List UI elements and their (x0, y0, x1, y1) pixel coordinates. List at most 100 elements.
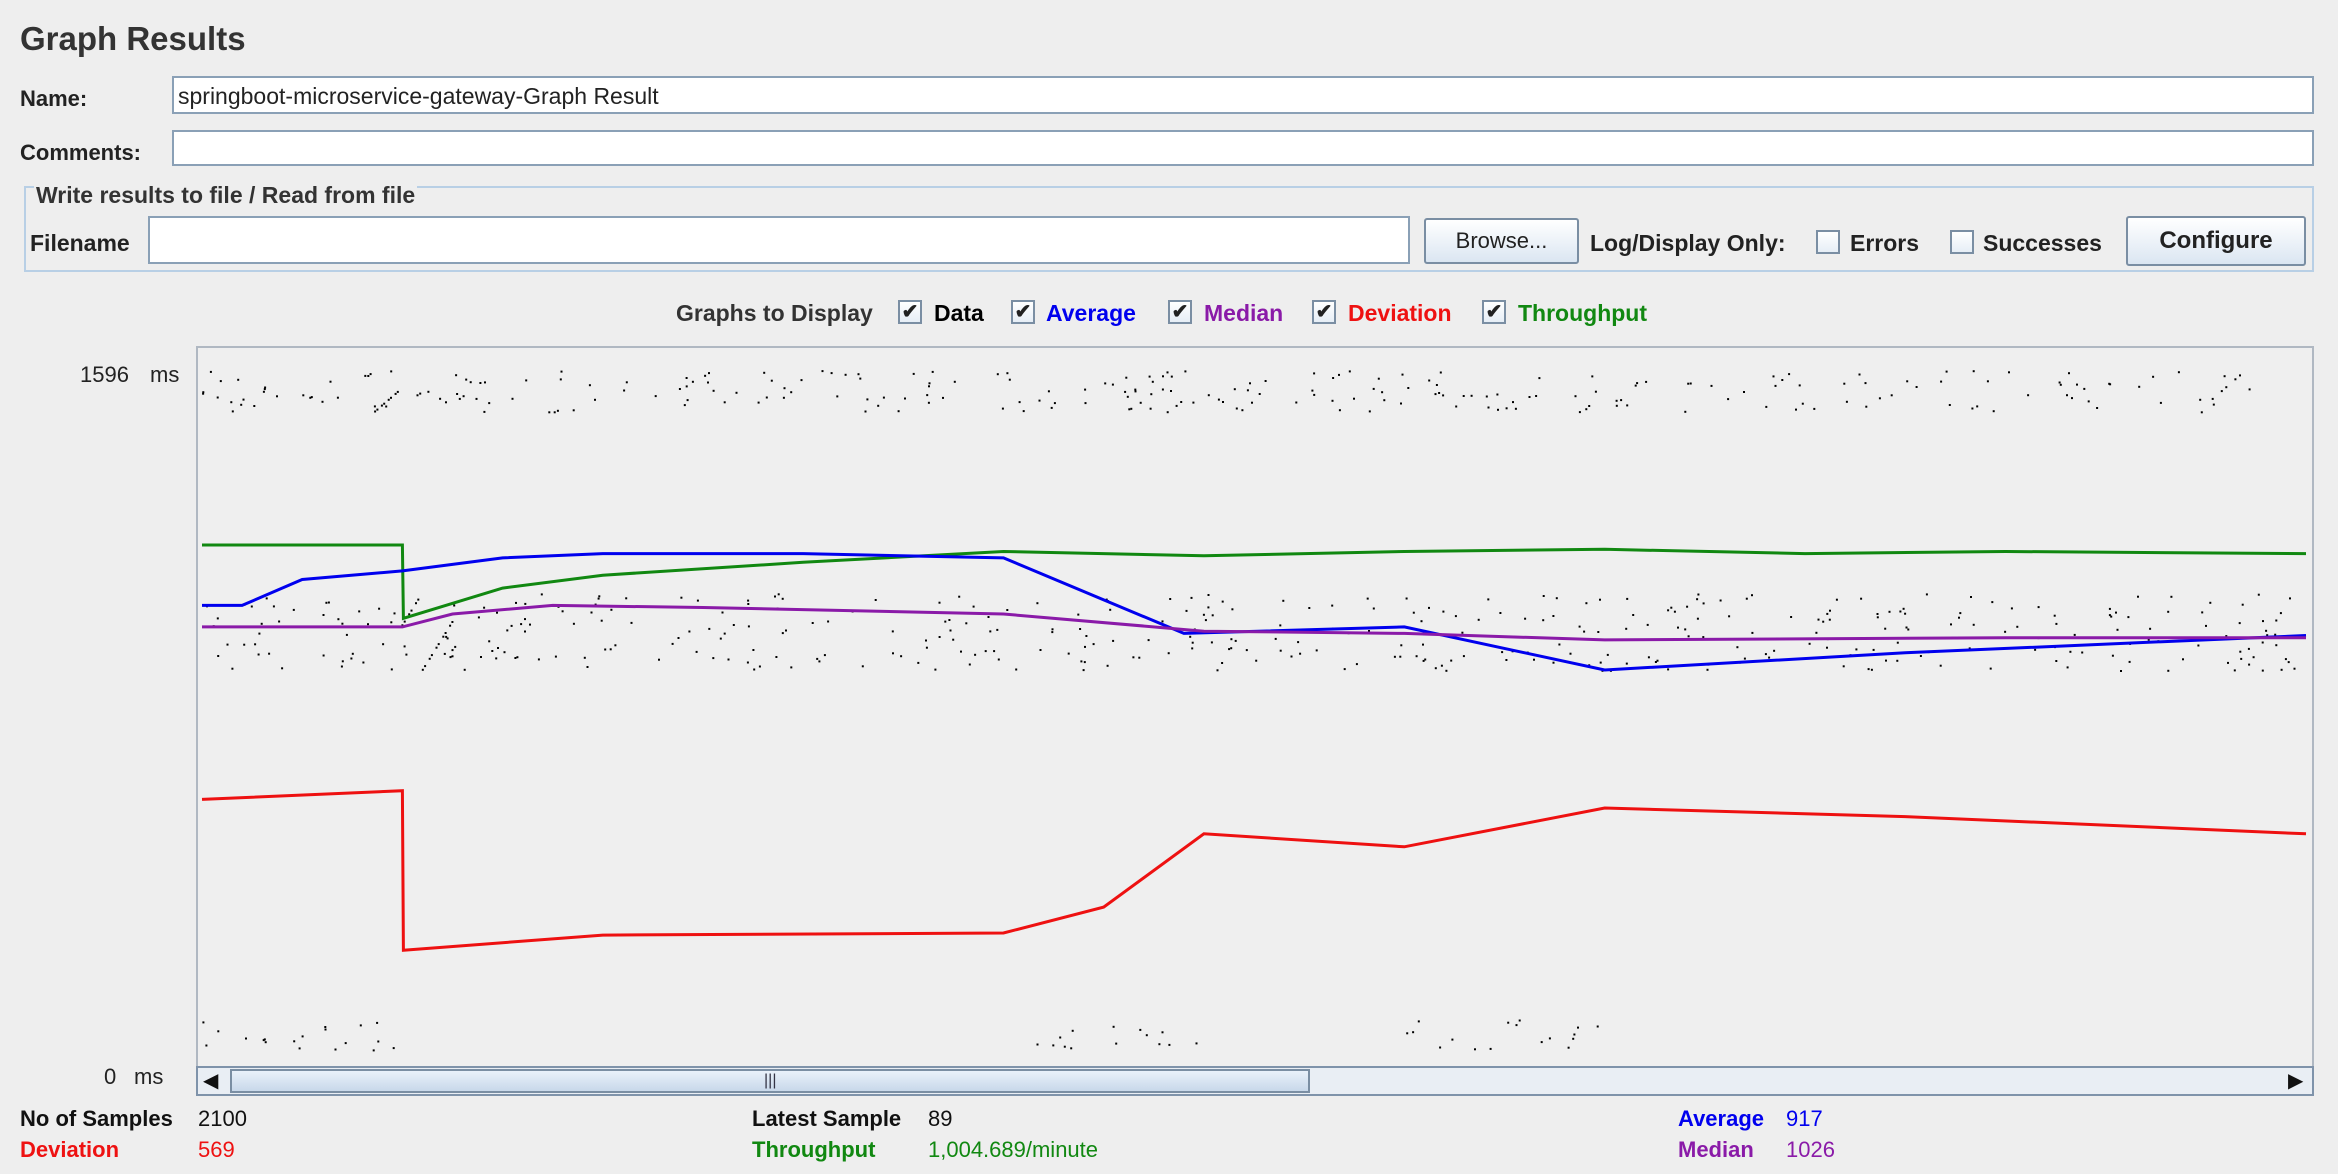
data-point (385, 405, 388, 408)
data-point (965, 622, 968, 625)
throughput-checkbox[interactable]: ✔ (1482, 300, 1506, 324)
data-point (588, 384, 591, 387)
data-point (1992, 410, 1995, 413)
data-point (540, 593, 543, 596)
latest-sample-value: 89 (928, 1106, 953, 1131)
data-point (1191, 641, 1194, 644)
data-point (1115, 1042, 1118, 1045)
data-point (449, 624, 452, 627)
data-point (237, 378, 240, 381)
data-point (456, 393, 459, 395)
data-point (1166, 411, 1169, 414)
data-point (1878, 397, 1881, 400)
data-point (2234, 378, 2237, 381)
data-point (866, 398, 869, 401)
data-point (465, 378, 468, 381)
data-checkbox[interactable]: ✔ (898, 300, 922, 324)
data-point (1381, 391, 1384, 394)
deviation-checkbox[interactable]: ✔ (1312, 300, 1336, 324)
data-point (451, 621, 454, 623)
scroll-right-arrow-icon[interactable]: ▶ (2288, 1068, 2303, 1093)
data-point (376, 408, 379, 411)
name-field[interactable]: springboot-microservice-gateway-Graph Re… (172, 76, 2314, 114)
data-point (1434, 667, 1437, 670)
data-point (811, 622, 814, 624)
data-point (2069, 650, 2072, 653)
data-point (1743, 657, 1746, 660)
data-point (1970, 596, 1972, 598)
data-point (753, 668, 756, 671)
data-point (1036, 602, 1039, 605)
data-point (2068, 372, 2070, 375)
data-point (257, 653, 260, 656)
data-point (1904, 612, 1907, 615)
data-point (1161, 620, 1164, 623)
data-point (1826, 612, 1829, 615)
data-point (2220, 390, 2223, 393)
data-point (2066, 666, 2069, 669)
data-point (1781, 379, 1784, 381)
filename-field[interactable] (148, 216, 1410, 264)
successes-checkbox[interactable] (1950, 230, 1974, 254)
data-point (1959, 612, 1962, 615)
data-point (891, 630, 894, 633)
data-points (202, 370, 2296, 1052)
data-point (2058, 381, 2061, 384)
data-point (2167, 610, 2170, 613)
data-point (511, 397, 514, 400)
data-point (2261, 669, 2264, 672)
data-point (1161, 388, 1164, 391)
average-checkbox[interactable]: ✔ (1011, 300, 1035, 324)
data-point (1902, 607, 1905, 610)
data-point (1454, 615, 1457, 618)
data-point (1246, 389, 1249, 392)
average-option-label: Average (1046, 300, 1136, 326)
data-point (757, 401, 760, 404)
data-point (610, 608, 613, 611)
data-point (944, 620, 947, 623)
data-point (1667, 609, 1670, 612)
data-point (1533, 658, 1535, 661)
data-point (263, 1038, 266, 1041)
data-point (2209, 601, 2212, 604)
browse-button[interactable]: Browse... (1424, 218, 1579, 264)
data-point (844, 373, 847, 376)
data-point (264, 1041, 267, 1044)
data-point (783, 387, 786, 390)
data-point (1207, 594, 1210, 596)
data-point (708, 627, 711, 630)
data-point (367, 623, 369, 626)
deviation-option-label: Deviation (1348, 300, 1452, 326)
data-point (1230, 647, 1233, 650)
data-point (1687, 382, 1690, 385)
data-point (680, 596, 683, 599)
data-point (721, 611, 724, 614)
data-point (1976, 405, 1979, 408)
data-point (322, 614, 325, 616)
data-point (1175, 404, 1178, 407)
data-point (1578, 411, 1581, 414)
data-point (1132, 656, 1135, 659)
data-point (1801, 402, 1804, 405)
data-point (403, 645, 406, 648)
data-point (952, 638, 955, 641)
file-group-title: Write results to file / Read from file (34, 182, 418, 209)
data-point (209, 370, 212, 373)
errors-checkbox[interactable] (1816, 230, 1840, 254)
data-point (1149, 407, 1152, 410)
data-point (1134, 388, 1137, 391)
data-point (926, 394, 929, 397)
data-point (483, 606, 486, 609)
data-point (719, 637, 722, 640)
data-point (2182, 658, 2184, 661)
configure-button[interactable]: Configure (2126, 216, 2306, 266)
data-point (1052, 1044, 1055, 1047)
data-point (520, 623, 523, 626)
data-point (1191, 647, 1194, 650)
scroll-left-arrow-icon[interactable]: ◀ (203, 1068, 218, 1093)
comments-field[interactable] (172, 130, 2314, 166)
data-point (1008, 378, 1011, 381)
median-checkbox[interactable]: ✔ (1168, 300, 1192, 324)
data-point (1906, 380, 1909, 383)
data-point (1407, 387, 1410, 389)
